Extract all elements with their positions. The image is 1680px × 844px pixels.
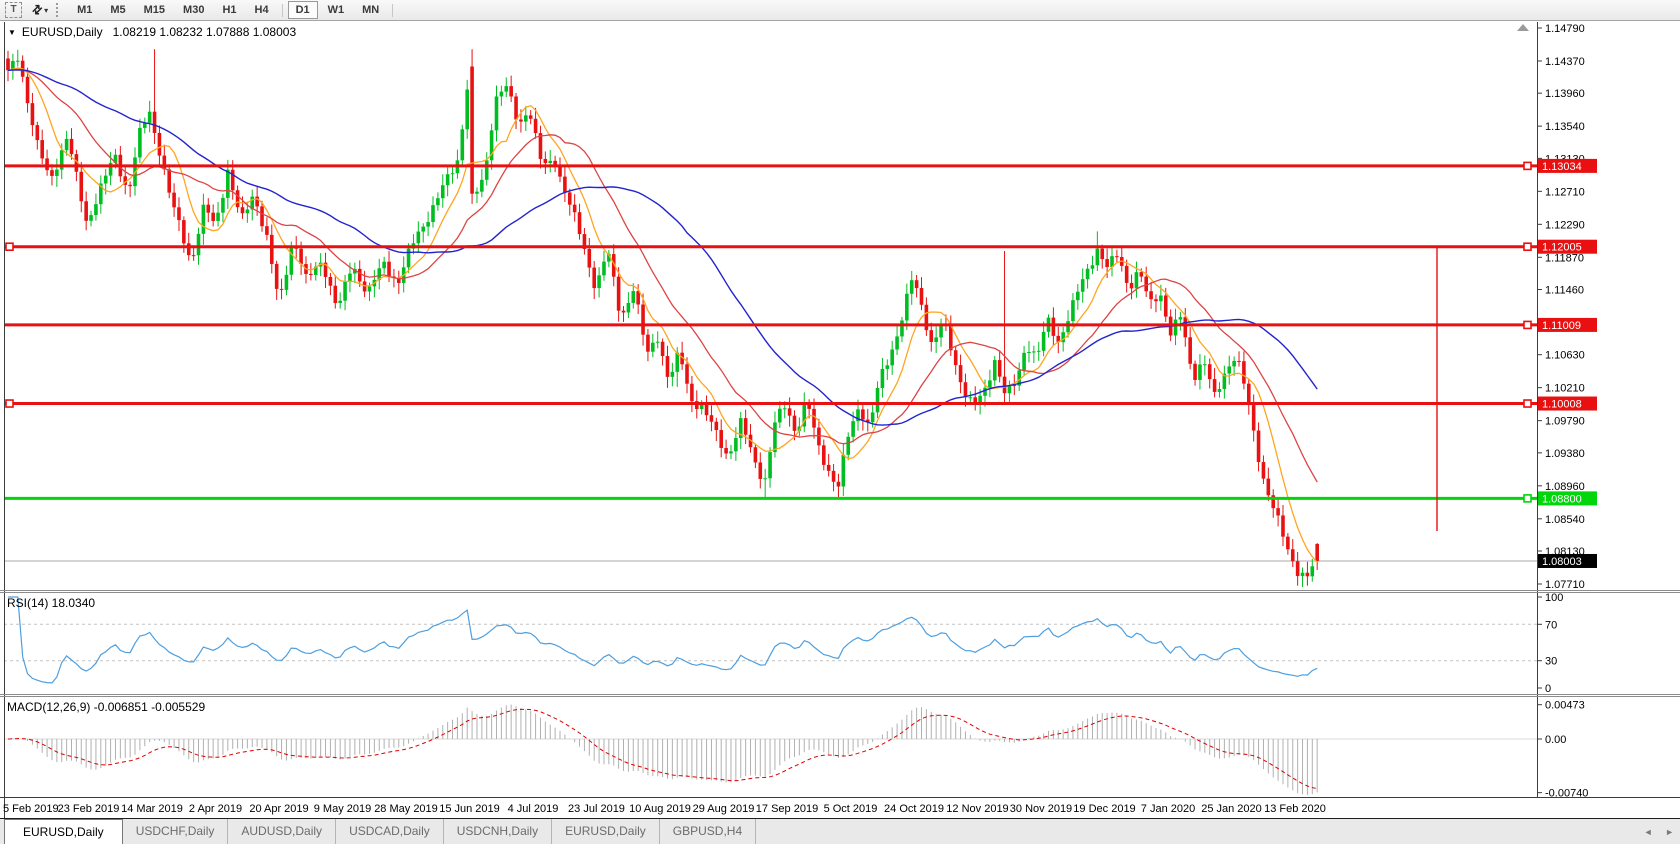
- price-tick: 1.13540: [1545, 121, 1585, 133]
- date-tick[interactable]: 30 Nov 2019: [1010, 803, 1072, 815]
- date-tick[interactable]: 4 Jul 2019: [508, 803, 559, 815]
- timeframe-button-h1[interactable]: H1: [214, 1, 244, 19]
- price-tick: 1.10630: [1545, 350, 1585, 362]
- timeframe-button-d1[interactable]: D1: [288, 1, 318, 19]
- date-tick[interactable]: 20 Apr 2019: [249, 803, 308, 815]
- rsi-tick: 100: [1545, 592, 1563, 604]
- price-tick: 1.12710: [1545, 186, 1585, 198]
- rsi-indicator-label: RSI(14) 18.0340: [7, 596, 95, 610]
- timeframe-button-m30[interactable]: M30: [175, 1, 212, 19]
- macd-tick: -0.00740: [1545, 788, 1588, 800]
- level-price-label-text: 1.08800: [1542, 493, 1582, 505]
- top-toolbar: T ⇅ ▾ M1M5M15M30H1H4D1W1MN: [0, 0, 1680, 21]
- date-tick[interactable]: 29 Aug 2019: [693, 803, 755, 815]
- tab-scroll-right-icon[interactable]: ►: [1665, 827, 1674, 837]
- date-tick[interactable]: 10 Aug 2019: [629, 803, 691, 815]
- chart-symbol-label: EURUSD,Daily: [22, 25, 103, 39]
- chart-tab-3[interactable]: USDCAD,Daily: [336, 819, 444, 844]
- chart-tab-1[interactable]: USDCHF,Daily: [123, 819, 229, 844]
- chart-tab-5[interactable]: EURUSD,Daily: [552, 819, 660, 844]
- level-price-label-text: 1.11009: [1542, 320, 1581, 332]
- hline-handle[interactable]: [6, 243, 13, 250]
- price-tick: 1.07710: [1545, 579, 1585, 591]
- hline-handle[interactable]: [1524, 162, 1531, 169]
- chart-tabs: EURUSD,DailyUSDCHF,DailyAUDUSD,DailyUSDC…: [0, 819, 756, 844]
- timeframe-buttons: M1M5M15M30H1H4 D1W1MN: [68, 1, 397, 19]
- price-tick: 1.11870: [1545, 252, 1584, 264]
- date-tick[interactable]: 7 Jan 2020: [1141, 803, 1195, 815]
- price-tick: 1.09380: [1545, 448, 1585, 460]
- toolbar-separator: [392, 4, 393, 17]
- price-tick: 1.11460: [1545, 285, 1584, 297]
- toolbar-grip[interactable]: [56, 3, 60, 17]
- macd-indicator-label: MACD(12,26,9) -0.006851 -0.005529: [7, 700, 205, 714]
- hline-handle[interactable]: [6, 400, 13, 407]
- date-tick[interactable]: 24 Oct 2019: [884, 803, 944, 815]
- date-tick[interactable]: 17 Sep 2019: [756, 803, 818, 815]
- timeframe-button-m15[interactable]: M15: [136, 1, 173, 19]
- tab-scroll-arrows: ◄ ►: [1634, 827, 1674, 837]
- chart-canvas[interactable]: 1.147901.143701.139601.135401.131301.127…: [0, 0, 1680, 844]
- price-tick: 1.08960: [1545, 481, 1585, 493]
- price-tick: 1.14790: [1545, 23, 1585, 35]
- price-tick: 1.10210: [1545, 383, 1585, 395]
- chart-tab-bar: EURUSD,DailyUSDCHF,DailyAUDUSD,DailyUSDC…: [0, 818, 1680, 844]
- current-price-label-text: 1.08003: [1542, 556, 1582, 568]
- chart-tab-2[interactable]: AUDUSD,Daily: [228, 819, 336, 844]
- chart-tab-4[interactable]: USDCNH,Daily: [444, 819, 552, 844]
- date-tick[interactable]: 5 Feb 2019: [3, 803, 59, 815]
- date-tick[interactable]: 12 Nov 2019: [946, 803, 1008, 815]
- chart-ohlc-quote: 1.08219 1.08232 1.07888 1.08003: [113, 25, 297, 39]
- date-tick[interactable]: 25 Jan 2020: [1201, 803, 1262, 815]
- hline-handle[interactable]: [1524, 243, 1531, 250]
- cycle-symbols-icon[interactable]: ⇅: [29, 1, 46, 18]
- price-tick: 1.08540: [1545, 514, 1585, 526]
- date-tick[interactable]: 2 Apr 2019: [189, 803, 242, 815]
- rsi-tick: 0: [1545, 683, 1551, 695]
- date-tick[interactable]: 19 Dec 2019: [1073, 803, 1135, 815]
- timeframe-button-h4[interactable]: H4: [247, 1, 277, 19]
- price-tick: 1.14370: [1545, 56, 1585, 68]
- chart-tab-0[interactable]: EURUSD,Daily: [4, 819, 123, 844]
- date-tick[interactable]: 13 Feb 2020: [1264, 803, 1326, 815]
- rsi-tick: 30: [1545, 656, 1557, 668]
- hline-handle[interactable]: [1524, 400, 1531, 407]
- date-tick[interactable]: 15 Jun 2019: [439, 803, 500, 815]
- rsi-tick: 70: [1545, 619, 1557, 631]
- date-tick[interactable]: 14 Mar 2019: [121, 803, 183, 815]
- date-tick[interactable]: 23 Feb 2019: [58, 803, 120, 815]
- date-tick[interactable]: 9 May 2019: [314, 803, 371, 815]
- hline-handle[interactable]: [1524, 495, 1531, 502]
- macd-tick: 0.00473: [1545, 700, 1585, 712]
- date-tick[interactable]: 28 May 2019: [374, 803, 438, 815]
- level-price-label-text: 1.13034: [1542, 161, 1582, 173]
- tab-scroll-left-icon[interactable]: ◄: [1644, 827, 1653, 837]
- date-tick[interactable]: 5 Oct 2019: [824, 803, 878, 815]
- chart-background: [0, 22, 1680, 818]
- timeframe-button-mn[interactable]: MN: [354, 1, 387, 19]
- level-price-label-text: 1.10008: [1542, 399, 1582, 411]
- price-tick: 1.13960: [1545, 88, 1585, 100]
- timeframe-button-m1[interactable]: M1: [69, 1, 100, 19]
- date-tick[interactable]: 23 Jul 2019: [568, 803, 625, 815]
- hline-handle[interactable]: [1524, 321, 1531, 328]
- toolbar-separator: [282, 4, 283, 17]
- price-tick: 1.09790: [1545, 416, 1585, 428]
- timeframe-button-m5[interactable]: M5: [102, 1, 133, 19]
- timeframe-button-w1[interactable]: W1: [320, 1, 353, 19]
- text-tool-button[interactable]: T: [5, 2, 22, 18]
- price-tick: 1.12290: [1545, 219, 1585, 231]
- macd-tick: 0.00: [1545, 734, 1566, 746]
- chart-tab-6[interactable]: GBPUSD,H4: [660, 819, 756, 844]
- chart-title: ▼ EURUSD,Daily 1.08219 1.08232 1.07888 1…: [8, 25, 296, 39]
- level-price-label-text: 1.12005: [1542, 242, 1582, 254]
- chart-title-dropdown-icon[interactable]: ▼: [8, 28, 16, 37]
